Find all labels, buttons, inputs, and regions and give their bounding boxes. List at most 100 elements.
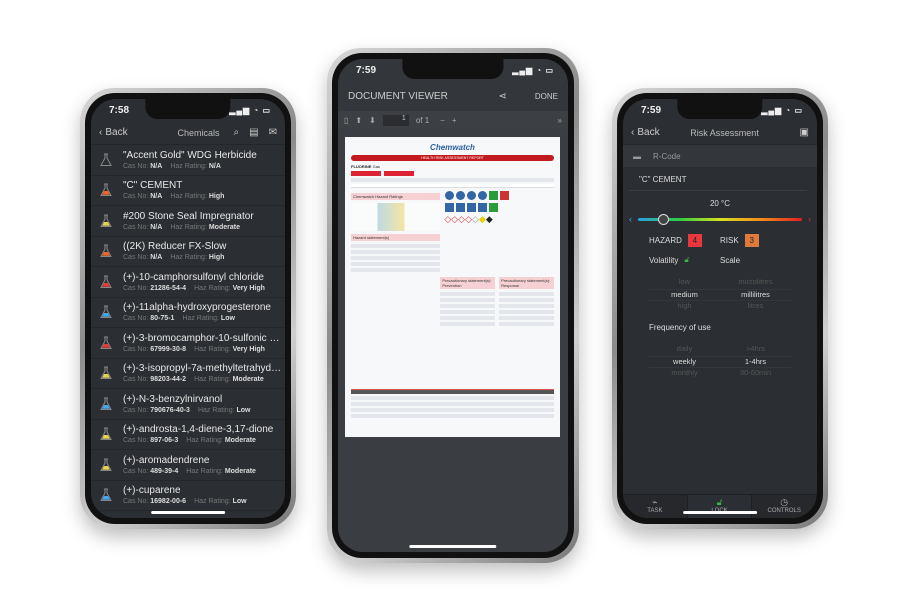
search-icon[interactable]: ⌕ xyxy=(234,127,240,138)
chemical-name: (+)-N-3-benzylnirvanol xyxy=(123,393,223,405)
list-item[interactable]: (+)-3-isopropyl-7a-methyltetrahydropy...… xyxy=(91,359,285,389)
pdf-toolbar: ▯ ⬆ ⬇ 1 of 1 − + » xyxy=(338,111,568,129)
flask-icon xyxy=(99,244,113,258)
ratings: HAZARD 4 RISK 3 xyxy=(623,234,817,247)
list-item[interactable]: ((2K) Reducer FX-Slow Cas No: N/A Haz Rat… xyxy=(91,237,285,267)
chemical-name: #200 Stone Seal Impregnator xyxy=(123,210,254,222)
chemical-name: ((2K) Reducer FX-Slow xyxy=(123,241,227,253)
chevron-left-icon: ‹ xyxy=(631,127,635,138)
done-button[interactable]: DONE xyxy=(535,92,558,101)
list-item[interactable]: #200 Stone Seal Impregnator Cas No: N/A H… xyxy=(91,206,285,237)
home-indicator xyxy=(409,545,497,548)
frequency-duration-picker[interactable]: daily weekly monthly >4hrs 1-4hrs 30-60min xyxy=(623,344,817,380)
section-heading: Hazard statement(s) xyxy=(351,234,441,241)
report-icon[interactable]: ▣ xyxy=(800,127,809,138)
back-button[interactable]: ‹ Back xyxy=(631,127,660,138)
lock-open-icon[interactable]: 🔓︎ xyxy=(684,255,689,265)
chemical-meta: Cas No: N/A Haz Rating: N/A xyxy=(123,162,221,170)
flask-icon xyxy=(99,214,113,228)
frequency-label: Frequency of use xyxy=(649,323,711,332)
risk-label: RISK xyxy=(720,236,739,245)
list-item[interactable]: (+)-3-bromocamphor-10-sulfonic acid Cas … xyxy=(91,328,285,359)
report-title: HEALTH RISK ASSESSMENT REPORT xyxy=(351,155,554,161)
tab-lock[interactable]: 🔓︎LOCK xyxy=(687,495,753,518)
notch xyxy=(145,99,231,119)
flask-icon xyxy=(99,458,113,472)
hazard-badge: 4 xyxy=(687,234,702,247)
slider-handle[interactable] xyxy=(657,213,669,225)
nav-bar: ‹ Back Risk Assessment ▣ xyxy=(623,121,817,145)
nav-bar: ‹ Back Chemicals ⌕ ▤ ✉ xyxy=(91,121,285,145)
section-heading: Precautionary statement(s): Prevention xyxy=(440,277,496,289)
list-item[interactable]: (+)-androsta-1,4-diene-3,17-dione Cas No… xyxy=(91,420,285,450)
list-item[interactable]: (+)-aromadendrene Cas No: 489-39-4 Haz Ra… xyxy=(91,450,285,481)
notch xyxy=(402,59,504,79)
mail-icon[interactable]: ✉ xyxy=(269,127,277,138)
back-label: Back xyxy=(105,127,128,138)
next-page-icon[interactable]: ⬇ xyxy=(369,116,376,125)
rcode-row[interactable]: ▬ R-Code xyxy=(623,145,817,167)
chemical-name: "C" CEMENT xyxy=(123,180,183,192)
chemwatch-logo: Chemwatch xyxy=(430,143,475,152)
flask-icon xyxy=(99,305,113,319)
chemical-name: (+)-11alpha-hydroxyprogesterone xyxy=(123,302,271,314)
signal-wifi-battery-icon: ▂▄▆ ◔ ▭ xyxy=(512,65,554,75)
viewer-header: DOCUMENT VIEWER ⋖ DONE xyxy=(338,81,568,111)
volatility-picker[interactable]: low medium high xyxy=(649,277,720,313)
chemical-name: "Accent Gold" WDG Herbicide xyxy=(123,149,257,161)
flask-icon xyxy=(99,488,113,502)
chemical-meta: Cas No: 80-75-1 Haz Rating: Low xyxy=(123,315,235,323)
chevron-right-icon[interactable]: › xyxy=(808,214,811,224)
chemical-name: "C" CEMENT xyxy=(629,167,807,191)
temperature-value: 20 °C xyxy=(709,199,731,208)
document-icon[interactable]: ▤ xyxy=(249,127,258,138)
list-item[interactable]: (+)-cuparene Cas No: 16982-00-6 Haz Ratin… xyxy=(91,481,285,511)
list-item[interactable]: "C" CEMENT Cas No: N/A Haz Rating: High xyxy=(91,176,285,206)
list-item[interactable]: "Accent Gold" WDG Herbicide Cas No: N/A H… xyxy=(91,145,285,176)
chemical-meta: Cas No: N/A Haz Rating: High xyxy=(123,193,225,201)
tab-controls[interactable]: ◷ CONTROLS xyxy=(752,495,817,518)
back-button[interactable]: ‹ Back xyxy=(99,127,128,138)
notch xyxy=(677,99,763,119)
chevron-left-icon[interactable]: ‹ xyxy=(629,214,632,224)
chemical-name: (+)-cuparene xyxy=(123,485,181,497)
document-area[interactable]: Chemwatch HEALTH RISK ASSESSMENT REPORT … xyxy=(338,129,568,552)
more-tools-icon[interactable]: » xyxy=(558,116,562,125)
scale-label: Scale xyxy=(720,255,741,265)
zoom-in-button[interactable]: + xyxy=(452,116,457,125)
page-count: of 1 xyxy=(415,115,430,125)
duration-picker[interactable]: >4hrs 1-4hrs 30-60min xyxy=(720,344,791,380)
slider-track[interactable] xyxy=(638,213,802,225)
chemical-name: (+)-3-bromocamphor-10-sulfonic acid xyxy=(123,332,283,344)
zoom-out-button[interactable]: − xyxy=(440,116,445,125)
folder-icon: ▬ xyxy=(633,151,641,161)
chemical-name: (+)-3-isopropyl-7a-methyltetrahydropy... xyxy=(123,363,283,375)
tab-task[interactable]: ⌁ TASK xyxy=(623,495,688,518)
chemical-meta: Cas No: 489-39-4 Haz Rating: Moderate xyxy=(123,467,256,475)
signal-wifi-battery-icon: ▂▄▆ ◔ ▭ xyxy=(761,105,803,115)
chemical-meta: Cas No: 21286-54-4 Haz Rating: Very High xyxy=(123,284,265,292)
chemical-meta: Cas No: 790676-40-3 Haz Rating: Low xyxy=(123,406,251,414)
previous-page-icon[interactable]: ⬆ xyxy=(355,116,362,125)
flask-icon xyxy=(99,336,113,350)
frequency-picker[interactable]: daily weekly monthly xyxy=(649,344,720,380)
phone-chemicals: 7:58 ▂▄▆ ◔ ▭ ‹ Back Chemicals ⌕ ▤ ✉ "Accen… xyxy=(80,88,296,529)
share-icon[interactable]: ⋖ xyxy=(498,91,506,102)
check-circle-icon: ◷ xyxy=(780,497,789,507)
scale-picker[interactable]: microlitres millilitres litres xyxy=(720,277,791,313)
section-heading: Precautionary statement(s): Response xyxy=(499,277,554,289)
phone-document-viewer: 7:59 ▂▄▆ ◔ ▭ DOCUMENT VIEWER ⋖ DONE ▯ ⬆ ⬇… xyxy=(327,48,579,563)
list-item[interactable]: (+)-10-camphorsulfonyl chloride Cas No: … xyxy=(91,267,285,298)
chemical-name: FLUORINE Gas xyxy=(351,164,380,169)
chevron-left-icon: ‹ xyxy=(99,127,103,138)
page-number-input[interactable]: 1 xyxy=(382,114,409,126)
chemical-name: (+)-aromadendrene xyxy=(123,454,210,466)
temperature-slider[interactable]: ‹ › xyxy=(623,213,817,225)
signal-wifi-battery-icon: ▂▄▆ ◔ ▭ xyxy=(229,105,271,115)
volatility-scale-picker[interactable]: low medium high microlitres millilitres litr… xyxy=(623,277,817,313)
list-item[interactable]: (+)-11alpha-hydroxyprogesterone Cas No: … xyxy=(91,298,285,328)
phone-risk-assessment: 7:59 ▂▄▆ ◔ ▭ ‹ Back Risk Assessment ▣ ▬ R-C… xyxy=(612,88,828,529)
time: 7:59 xyxy=(356,64,377,76)
sidebar-toggle-icon[interactable]: ▯ xyxy=(344,116,348,125)
list-item[interactable]: (+)-N-3-benzylnirvanol Cas No: 790676-40… xyxy=(91,389,285,420)
